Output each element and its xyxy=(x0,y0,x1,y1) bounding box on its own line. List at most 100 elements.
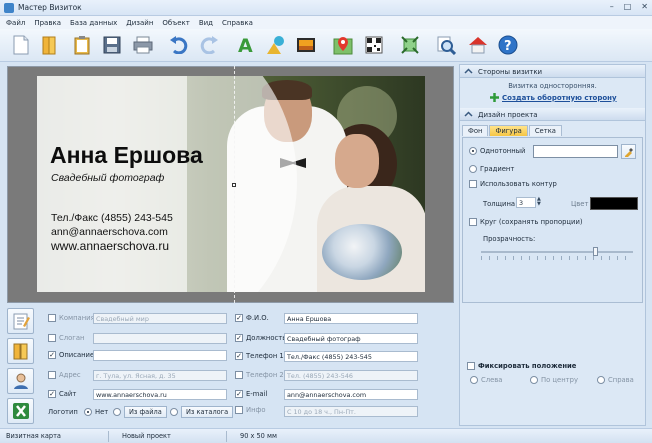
align-left-option[interactable]: Слева xyxy=(470,376,502,384)
description-input[interactable] xyxy=(93,350,227,361)
slogan-checkbox[interactable] xyxy=(48,334,56,342)
logo-from-file-button[interactable]: Из файла xyxy=(124,406,167,418)
thickness-input[interactable]: 3 xyxy=(516,197,536,208)
position-checkbox[interactable]: ✓ xyxy=(235,334,243,342)
zoom-button[interactable] xyxy=(434,33,458,57)
address-checkbox[interactable] xyxy=(48,371,56,379)
phone1-input[interactable]: Тел./Факс (4855) 243-545 xyxy=(284,351,418,362)
address-input[interactable]: г. Тула, ул. Ясная, д. 35 xyxy=(93,370,227,381)
circle-option[interactable]: Круг (сохранять пропорции) xyxy=(469,218,583,226)
edit-card-button[interactable] xyxy=(7,308,34,334)
contacts-button[interactable] xyxy=(7,368,34,394)
excel-import-button[interactable] xyxy=(7,398,34,424)
phone1-checkbox[interactable]: ✓ xyxy=(235,352,243,360)
gradient-radio[interactable] xyxy=(469,165,477,173)
gradient-option[interactable]: Градиент xyxy=(469,165,514,173)
new-document-button[interactable] xyxy=(9,33,33,57)
minimize-button[interactable]: – xyxy=(610,2,614,11)
design-header[interactable]: Дизайн проекта xyxy=(460,108,645,121)
position-input[interactable]: Свадебный фотограф xyxy=(284,333,418,344)
sides-header[interactable]: Стороны визитки xyxy=(460,65,645,78)
email-input[interactable]: ann@annaerschova.com xyxy=(284,389,418,400)
thickness-spinner[interactable]: ▲ ▼ xyxy=(537,197,541,207)
card-phone-text[interactable]: Тел./Факс (4855) 243-545 xyxy=(51,212,173,224)
print-button[interactable] xyxy=(131,33,155,57)
align-right-option[interactable]: Справа xyxy=(597,376,634,384)
folder-icon xyxy=(42,36,56,55)
menu-file[interactable]: Файл xyxy=(6,19,25,27)
logo-file-radio[interactable] xyxy=(113,408,121,416)
undo-button[interactable] xyxy=(167,33,191,57)
menu-help[interactable]: Справка xyxy=(222,19,253,27)
outline-option[interactable]: Использовать контур xyxy=(469,180,557,188)
solid-fill-radio[interactable] xyxy=(469,147,477,155)
create-back-link[interactable]: Создать оборотную сторону xyxy=(502,94,617,102)
fix-position-checkbox[interactable] xyxy=(467,362,475,370)
save-button[interactable] xyxy=(100,33,124,57)
add-shape-button[interactable] xyxy=(264,33,288,57)
publish-button[interactable] xyxy=(466,33,490,57)
fit-button[interactable] xyxy=(398,33,422,57)
help-button[interactable]: ? xyxy=(496,33,520,57)
logo-none-radio[interactable] xyxy=(84,408,92,416)
card-email-text[interactable]: ann@annaerschova.com xyxy=(51,226,168,238)
outline-checkbox[interactable] xyxy=(469,180,477,188)
white-rectangle-shape[interactable] xyxy=(37,76,187,292)
align-left-radio[interactable] xyxy=(470,376,478,384)
logo-none-option[interactable]: Нет xyxy=(84,408,108,416)
card-name-text[interactable]: Анна Ершова xyxy=(50,142,203,169)
company-checkbox[interactable] xyxy=(48,314,56,322)
resize-handle[interactable] xyxy=(232,183,236,187)
chevron-up-icon xyxy=(464,68,473,74)
add-image-button[interactable] xyxy=(294,33,318,57)
create-back-side[interactable]: Создать оборотную сторону xyxy=(490,93,617,102)
info-checkbox[interactable] xyxy=(235,406,243,414)
description-checkbox[interactable]: ✓ xyxy=(48,351,56,359)
site-input[interactable]: www.annaerschova.ru xyxy=(93,389,227,400)
slogan-input[interactable] xyxy=(93,333,227,344)
logo-catalog-option[interactable] xyxy=(170,408,178,416)
card-slogan-text[interactable]: Свадебный фотограф xyxy=(51,172,164,184)
logo-file-option[interactable] xyxy=(113,408,121,416)
menu-design[interactable]: Дизайн xyxy=(126,19,153,27)
transparency-slider-thumb[interactable] xyxy=(593,247,598,256)
fill-color-swatch[interactable] xyxy=(533,145,618,158)
info-input[interactable]: С 10 до 18 ч., Пн-Пт. xyxy=(284,406,418,417)
tab-background[interactable]: Фон xyxy=(462,125,489,136)
company-input[interactable]: Свадебный мир xyxy=(93,313,227,324)
business-card[interactable]: Анна Ершова Свадебный фотограф Тел./Факс… xyxy=(37,76,425,292)
align-center-radio[interactable] xyxy=(530,376,538,384)
open-button[interactable] xyxy=(37,33,61,57)
templates-button[interactable] xyxy=(70,33,94,57)
eyedropper-button[interactable] xyxy=(621,144,636,159)
phone2-input[interactable]: Тел. (4855) 243-546 xyxy=(284,370,418,381)
logo-catalog-radio[interactable] xyxy=(170,408,178,416)
align-right-radio[interactable] xyxy=(597,376,605,384)
close-button[interactable]: ✕ xyxy=(641,2,648,11)
maximize-button[interactable]: □ xyxy=(624,2,632,11)
phone2-checkbox[interactable] xyxy=(235,371,243,379)
menu-view[interactable]: Вид xyxy=(199,19,213,27)
add-text-button[interactable]: A xyxy=(234,33,258,57)
fix-position-option[interactable]: Фиксировать положение xyxy=(467,362,576,370)
transparency-slider-track[interactable] xyxy=(481,251,633,253)
fio-input[interactable]: Анна Ершова xyxy=(284,313,418,324)
menu-edit[interactable]: Правка xyxy=(34,19,61,27)
circle-checkbox[interactable] xyxy=(469,218,477,226)
outline-color-swatch[interactable] xyxy=(590,197,638,210)
redo-button[interactable] xyxy=(197,33,221,57)
site-checkbox[interactable]: ✓ xyxy=(48,390,56,398)
tab-grid[interactable]: Сетка xyxy=(528,125,562,136)
catalog-button[interactable] xyxy=(7,338,34,364)
tab-shape[interactable]: Фигура xyxy=(489,125,528,136)
email-checkbox[interactable]: ✓ xyxy=(235,390,243,398)
qr-code-button[interactable] xyxy=(362,33,386,57)
solid-fill-option[interactable]: Однотонный xyxy=(469,147,525,155)
logo-from-catalog-button[interactable]: Из каталога xyxy=(181,406,234,418)
align-center-option[interactable]: По центру xyxy=(530,376,578,384)
fio-checkbox[interactable]: ✓ xyxy=(235,314,243,322)
card-site-text[interactable]: www.annaerschova.ru xyxy=(51,239,169,253)
add-map-button[interactable] xyxy=(331,33,355,57)
menu-database[interactable]: База данных xyxy=(70,19,117,27)
menu-object[interactable]: Объект xyxy=(162,19,189,27)
